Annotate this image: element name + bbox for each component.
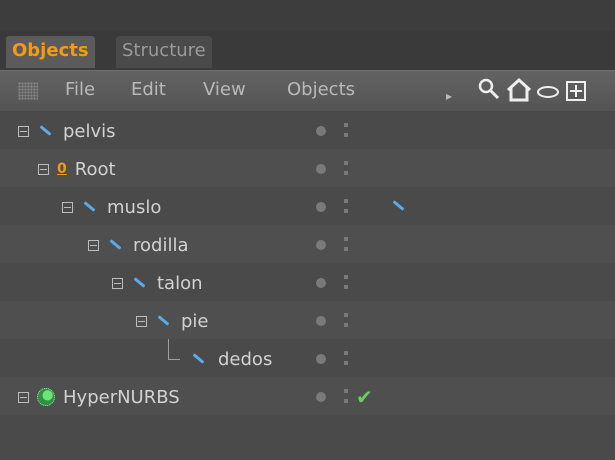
tree-row-rodilla[interactable]: rodilla	[0, 225, 615, 265]
hypernurbs-icon	[37, 388, 55, 406]
menu-bar: File Edit View Objects ▸	[0, 70, 615, 111]
visibility-dot-icon[interactable]	[316, 240, 326, 250]
window-top-strip	[0, 0, 615, 30]
menu-objects[interactable]: Objects	[287, 79, 355, 100]
render-dot-icon[interactable]	[344, 247, 348, 251]
tree-row-muslo[interactable]: muslo	[0, 187, 615, 227]
null-object-icon: 0	[57, 161, 67, 177]
tree-item-label[interactable]: dedos	[218, 349, 272, 370]
visibility-dot-icon[interactable]	[316, 316, 326, 326]
render-dot-icon[interactable]	[344, 313, 348, 317]
joint-icon	[81, 200, 95, 214]
menu-edit[interactable]: Edit	[131, 79, 166, 100]
menu-view[interactable]: View	[203, 79, 246, 100]
collapse-toggle-icon[interactable]	[62, 201, 73, 213]
tree-row-pelvis[interactable]: pelvis	[0, 111, 615, 151]
object-tree: pelvis 0 Root muslo rodilla talon pie de…	[0, 111, 615, 460]
collapse-toggle-icon[interactable]	[112, 277, 123, 289]
tree-row-hypernurbs[interactable]: HyperNURBS ✔	[0, 377, 615, 417]
tree-row-dedos[interactable]: dedos	[0, 339, 615, 379]
add-icon[interactable]	[565, 78, 589, 108]
render-dot-icon[interactable]	[344, 361, 348, 365]
expand-toggle-icon[interactable]	[18, 391, 29, 403]
render-dot-icon[interactable]	[344, 389, 348, 393]
enabled-check-icon[interactable]: ✔	[356, 385, 373, 409]
tree-item-label[interactable]: rodilla	[133, 235, 188, 256]
render-dot-icon[interactable]	[344, 171, 348, 175]
visibility-dot-icon[interactable]	[316, 126, 326, 136]
tree-item-label[interactable]: Root	[75, 159, 116, 180]
collapse-toggle-icon[interactable]	[38, 163, 49, 175]
render-dot-icon[interactable]	[344, 323, 348, 327]
render-dot-icon[interactable]	[344, 123, 348, 127]
visibility-dot-icon[interactable]	[316, 164, 326, 174]
visibility-dot-icon[interactable]	[316, 392, 326, 402]
tree-row-root[interactable]: 0 Root	[0, 149, 615, 189]
collapse-toggle-icon[interactable]	[88, 239, 99, 251]
collapse-toggle-icon[interactable]	[136, 315, 147, 327]
drag-grip-icon[interactable]	[18, 82, 38, 100]
render-dot-icon[interactable]	[344, 161, 348, 165]
tab-bar: Objects Structure	[0, 30, 615, 70]
tree-connector	[168, 359, 180, 360]
visibility-dot-icon[interactable]	[316, 354, 326, 364]
eye-icon[interactable]	[536, 78, 560, 108]
joint-icon	[107, 238, 121, 252]
home-icon[interactable]	[505, 77, 533, 108]
visibility-dot-icon[interactable]	[316, 278, 326, 288]
tree-item-label[interactable]: pelvis	[63, 121, 116, 142]
render-dot-icon[interactable]	[344, 275, 348, 279]
tree-item-label[interactable]: pie	[181, 311, 209, 332]
render-dot-icon[interactable]	[344, 399, 348, 403]
ik-tag-icon[interactable]	[390, 199, 404, 213]
search-icon[interactable]	[478, 78, 500, 108]
render-dot-icon[interactable]	[344, 285, 348, 289]
tree-row-talon[interactable]: talon	[0, 263, 615, 303]
joint-icon	[131, 276, 145, 290]
tree-row-pie[interactable]: pie	[0, 301, 615, 341]
joint-icon	[155, 314, 169, 328]
render-dot-icon[interactable]	[344, 133, 348, 137]
render-dot-icon[interactable]	[344, 351, 348, 355]
joint-icon	[190, 352, 204, 366]
render-dot-icon[interactable]	[344, 199, 348, 203]
tab-structure[interactable]: Structure	[116, 36, 212, 68]
tree-connector	[168, 339, 169, 359]
visibility-dot-icon[interactable]	[316, 202, 326, 212]
render-dot-icon[interactable]	[344, 209, 348, 213]
tree-item-label[interactable]: muslo	[107, 197, 161, 218]
tree-row-empty	[0, 415, 615, 460]
render-dot-icon[interactable]	[344, 237, 348, 241]
expand-arrow-icon[interactable]: ▸	[446, 84, 452, 108]
tree-item-label[interactable]: talon	[157, 273, 203, 294]
tab-objects[interactable]: Objects	[6, 36, 95, 68]
tree-item-label[interactable]: HyperNURBS	[63, 387, 180, 408]
collapse-toggle-icon[interactable]	[18, 125, 29, 137]
joint-icon	[37, 124, 51, 138]
menu-file[interactable]: File	[65, 79, 95, 100]
